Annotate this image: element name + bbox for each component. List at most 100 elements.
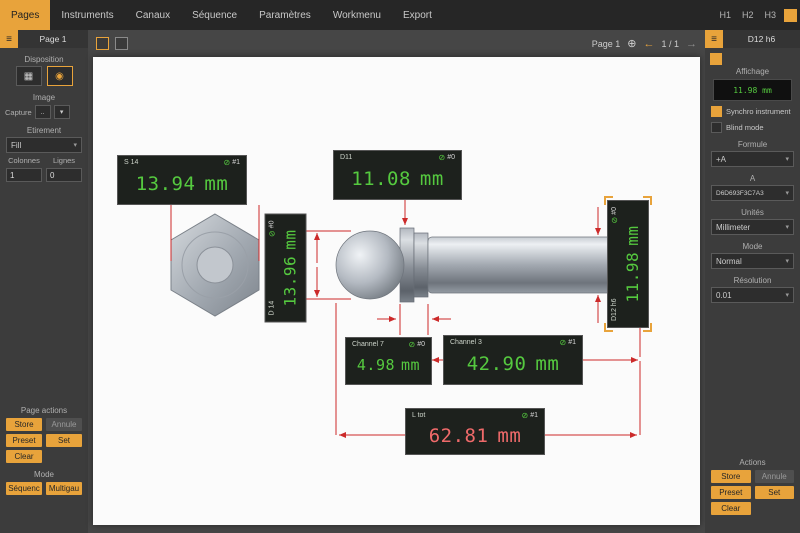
fit-view-icon[interactable]: ⊕: [627, 37, 636, 50]
canvas-page-label: Page 1: [592, 39, 621, 49]
measurement-value: 13.96: [280, 256, 299, 307]
actions-label: Actions: [705, 458, 800, 467]
synchro-label: Synchro instrument: [726, 107, 791, 116]
etirement-label: Etirement: [0, 126, 88, 135]
resolution-label: Résolution: [705, 276, 800, 285]
fill-select[interactable]: Fill ▾: [6, 137, 82, 153]
multigauge-mode-button[interactable]: Multigau: [46, 482, 82, 495]
formule-select[interactable]: +A ▾: [711, 151, 794, 167]
measurement-box-d11[interactable]: D11 ⊘#0 11.08 mm: [333, 150, 462, 200]
chevron-down-icon: ▾: [785, 291, 789, 299]
display-toggle-button[interactable]: [710, 53, 722, 65]
lignes-label: Lignes: [46, 156, 82, 165]
measurement-id: D 14: [269, 301, 276, 316]
instrument-id-select[interactable]: D6D693F3C7A3 ▾: [711, 185, 794, 201]
fill-select-value: Fill: [11, 141, 21, 150]
menu-workmenu[interactable]: Workmenu: [322, 0, 392, 30]
selection-corner: [604, 323, 613, 332]
set-button[interactable]: Set: [755, 486, 795, 499]
preset-button[interactable]: Preset: [711, 486, 751, 499]
lignes-input[interactable]: 0: [46, 168, 82, 182]
mode-select[interactable]: Normal ▾: [711, 253, 794, 269]
colonnes-label: Colonnes: [6, 156, 42, 165]
capture-dropdown-button[interactable]: ▾: [54, 105, 70, 119]
layout-grid-button[interactable]: ▦: [16, 66, 42, 86]
clear-button[interactable]: Clear: [6, 450, 42, 463]
store-button[interactable]: Store: [711, 470, 751, 483]
store-button[interactable]: Store: [6, 418, 42, 431]
unites-label: Unités: [705, 208, 800, 217]
resolution-select[interactable]: 0.01 ▾: [711, 287, 794, 303]
drawing-page[interactable]: S 14 ⊘#1 13.94 mm D11 ⊘#0 11.08 mm: [93, 57, 700, 525]
mode-label: Mode: [0, 470, 88, 479]
left-panel-header: ≡ Page 1: [0, 30, 88, 48]
left-panel: ≡ Page 1 Disposition ▦ ◉ Image Capture .…: [0, 30, 88, 533]
prev-page-arrow-icon[interactable]: ←: [643, 38, 654, 50]
app-accent-square[interactable]: [784, 9, 797, 22]
h3-button[interactable]: H3: [761, 8, 779, 22]
instrument-icon: ⊘#0: [409, 340, 426, 349]
set-button[interactable]: Set: [46, 434, 82, 447]
annule-button[interactable]: Annule: [755, 470, 795, 483]
h1-button[interactable]: H1: [716, 8, 734, 22]
annule-button[interactable]: Annule: [46, 418, 82, 431]
colonnes-input[interactable]: 1: [6, 168, 42, 182]
capture-browse-button[interactable]: ..: [35, 105, 51, 119]
measurement-value: 11.98: [623, 252, 642, 303]
next-page-arrow-icon[interactable]: →: [686, 38, 697, 50]
instrument-icon: ⊘#0: [268, 221, 277, 238]
chevron-down-icon: ▾: [785, 223, 789, 231]
ball-pin: [336, 228, 640, 302]
right-panel-title: D12 h6: [723, 34, 800, 44]
measurement-id: D11: [340, 154, 352, 161]
right-panel-header: ≡ D12 h6: [705, 30, 800, 48]
hex-nut: [171, 214, 259, 316]
measurement-value: 11.08: [351, 168, 411, 190]
measurement-box-ltot[interactable]: L tot ⊘#1 62.81 mm: [405, 408, 545, 455]
instrument-icon: ⊘#0: [439, 153, 456, 162]
measurement-value: 13.94: [136, 173, 196, 195]
menu-instruments[interactable]: Instruments: [50, 0, 124, 30]
synchro-checkbox[interactable]: [711, 106, 722, 117]
sequence-mode-button[interactable]: Séquenc: [6, 482, 42, 495]
live-value-display: 11.98 mm: [713, 79, 792, 101]
selection-corner: [604, 196, 613, 205]
menu-canaux[interactable]: Canaux: [125, 0, 181, 30]
measurement-unit: mm: [401, 356, 420, 374]
page-thumbnail-1[interactable]: [96, 37, 109, 50]
hamburger-icon[interactable]: ≡: [705, 30, 723, 48]
measurement-unit: mm: [623, 226, 642, 246]
h2-button[interactable]: H2: [739, 8, 757, 22]
measurement-box-d12h6[interactable]: D12 h6 ⊘#0 11.98 mm: [604, 196, 652, 332]
measurement-id: Channel 7: [352, 341, 384, 348]
measurement-id: S 14: [124, 159, 138, 166]
measurement-unit: mm: [497, 425, 521, 447]
formule-select-value: +A: [716, 155, 726, 164]
page-thumbnail-2[interactable]: [115, 37, 128, 50]
measurement-box-channel7[interactable]: Channel 7 ⊘#0 4.98 mm: [345, 337, 432, 385]
menu-pages[interactable]: Pages: [0, 0, 50, 30]
hamburger-icon[interactable]: ≡: [0, 30, 18, 48]
preview-eye-button[interactable]: ◉: [47, 66, 73, 86]
measurement-value: 4.98: [357, 356, 395, 374]
menu-parametres[interactable]: Paramètres: [248, 0, 322, 30]
resolution-select-value: 0.01: [716, 291, 732, 300]
page-actions-label: Page actions: [0, 406, 88, 415]
menu-sequence[interactable]: Séquence: [181, 0, 248, 30]
instrument-id-value: D6D693F3C7A3: [716, 190, 764, 197]
measurement-box-d14[interactable]: D 14 ⊘#0 13.96 mm: [264, 213, 306, 322]
image-label: Image: [0, 93, 88, 102]
menu-export[interactable]: Export: [392, 0, 443, 30]
measurement-box-channel3[interactable]: Channel 3 ⊘#1 42.90 mm: [443, 335, 583, 385]
measurement-unit: mm: [204, 173, 228, 195]
blind-mode-checkbox[interactable]: [711, 122, 722, 133]
measurement-unit: mm: [420, 168, 444, 190]
preset-button[interactable]: Preset: [6, 434, 42, 447]
instrument-icon: ⊘#1: [560, 338, 577, 347]
clear-button[interactable]: Clear: [711, 502, 751, 515]
chevron-down-icon: ▾: [73, 141, 77, 149]
canvas-toolbar: Page 1 ⊕ ← 1 / 1 →: [88, 30, 705, 57]
measurement-box-s14[interactable]: S 14 ⊘#1 13.94 mm: [117, 155, 247, 205]
top-menu-bar: Pages Instruments Canaux Séquence Paramè…: [0, 0, 800, 30]
unit-select[interactable]: Millimeter ▾: [711, 219, 794, 235]
